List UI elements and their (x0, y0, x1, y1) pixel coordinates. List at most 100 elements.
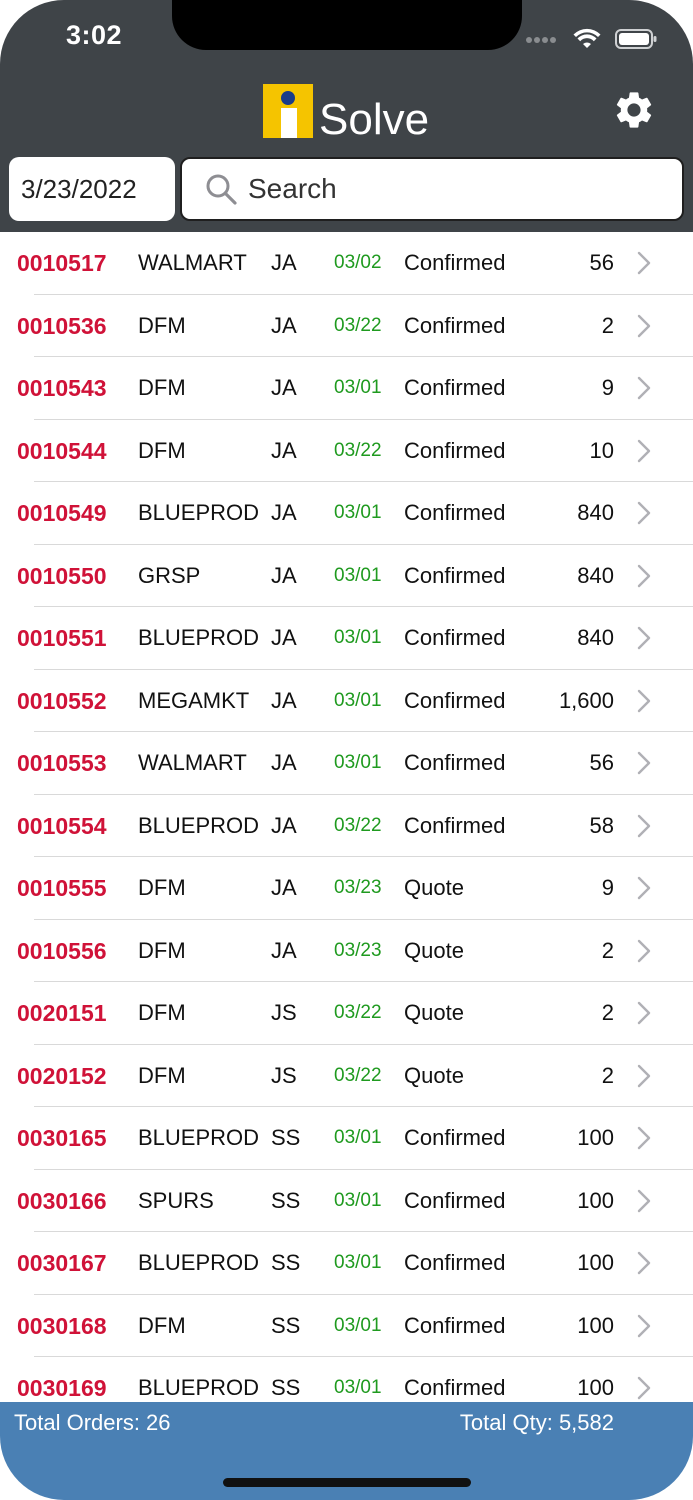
order-row[interactable]: 0010517 WALMART JA 03/02 Confirmed 56 (0, 232, 693, 295)
battery-icon (615, 29, 657, 49)
order-row[interactable]: 0010543 DFM JA 03/01 Confirmed 9 (0, 357, 693, 420)
chevron-right-icon (637, 689, 651, 712)
order-row[interactable]: 0030169 BLUEPROD SS 03/01 Confirmed 100 (0, 1357, 693, 1402)
order-date: 03/01 (334, 564, 382, 586)
salesperson-initials: JA (271, 750, 297, 775)
search-bar[interactable] (180, 157, 684, 221)
customer-name: DFM (138, 1000, 186, 1025)
order-date: 03/22 (334, 1002, 382, 1023)
salesperson-initials: JA (271, 500, 297, 525)
chevron-right-icon (637, 939, 651, 962)
order-row[interactable]: 0020151 DFM JS 03/22 Quote 2 (0, 982, 693, 1045)
order-status: Confirmed (404, 375, 506, 400)
order-date: 03/01 (334, 627, 382, 648)
customer-name: BLUEPROD (138, 1125, 260, 1150)
order-number: 0010549 (17, 500, 107, 526)
salesperson-initials: JA (271, 687, 297, 713)
order-date: 03/23 (334, 877, 382, 898)
customer-name: DFM (138, 875, 186, 900)
order-row[interactable]: 0010552 MEGAMKT JA 03/01 Confirmed 1,600 (0, 670, 693, 733)
order-date: 03/01 (334, 1314, 382, 1336)
order-date: 03/01 (334, 1377, 382, 1398)
chevron-right-icon (637, 876, 651, 900)
device-notch (172, 0, 522, 50)
wifi-icon (573, 28, 601, 48)
order-date: 03/01 (334, 1252, 382, 1273)
customer-name: GRSP (138, 562, 201, 588)
order-number: 0030168 (17, 1312, 107, 1339)
salesperson-initials: JS (271, 1062, 297, 1088)
customer-name: DFM (138, 1062, 186, 1088)
customer-name: DFM (138, 937, 186, 963)
order-row[interactable]: 0010556 DFM JA 03/23 Quote 2 (0, 920, 693, 983)
salesperson-initials: JA (271, 812, 297, 838)
salesperson-initials: JA (271, 937, 297, 963)
customer-name: WALMART (138, 750, 247, 775)
order-status: Confirmed (404, 750, 506, 775)
order-quantity: 100 (577, 1312, 614, 1338)
order-date: 03/01 (334, 1127, 382, 1148)
total-quantity: Total Qty: 5,582 (459, 1410, 614, 1435)
cellular-signal-icon (526, 37, 556, 43)
order-status: Confirmed (404, 312, 506, 338)
customer-name: DFM (138, 437, 186, 463)
app-screen: 3:02 Solve 3/23/2022 Search 0010517 WALM… (0, 0, 693, 1500)
chevron-right-icon (637, 1251, 651, 1275)
order-number: 0030166 (17, 1187, 107, 1214)
order-status: Confirmed (404, 562, 506, 588)
order-row[interactable]: 0010555 DFM JA 03/23 Quote 9 (0, 857, 693, 920)
salesperson-initials: JS (271, 1000, 297, 1025)
order-status: Confirmed (404, 812, 506, 838)
order-row[interactable]: 0020152 DFM JS 03/22 Quote 2 (0, 1045, 693, 1108)
order-quantity: 840 (577, 500, 614, 525)
order-number: 0030169 (17, 1375, 107, 1401)
order-row[interactable]: 0010551 BLUEPROD JA 03/01 Confirmed 840 (0, 607, 693, 670)
order-quantity: 840 (577, 562, 614, 588)
customer-name: MEGAMKT (138, 687, 250, 713)
order-date: 03/22 (334, 439, 382, 461)
order-row[interactable]: 0010553 WALMART JA 03/01 Confirmed 56 (0, 732, 693, 795)
header-bar: 3:02 Solve 3/23/2022 Search (0, 0, 693, 232)
order-status: Confirmed (404, 1125, 506, 1150)
order-quantity: 9 (601, 375, 614, 400)
order-row[interactable]: 0010544 DFM JA 03/22 Confirmed 10 (0, 420, 693, 483)
order-status: Confirmed (404, 437, 506, 463)
settings-button[interactable] (612, 88, 656, 132)
logo-text: Solve (319, 95, 430, 144)
date-picker[interactable]: 3/23/2022 (9, 157, 175, 221)
order-row[interactable]: 0030165 BLUEPROD SS 03/01 Confirmed 100 (0, 1107, 693, 1170)
isolve-logo: Solve (263, 82, 429, 142)
logo-mark (263, 84, 313, 138)
order-date: 03/02 (334, 252, 382, 273)
order-status: Confirmed (404, 687, 506, 713)
order-quantity: 2 (601, 1062, 614, 1088)
order-date: 03/23 (334, 939, 382, 961)
order-row[interactable]: 0010554 BLUEPROD JA 03/22 Confirmed 58 (0, 795, 693, 858)
order-row[interactable]: 0030166 SPURS SS 03/01 Confirmed 100 (0, 1170, 693, 1233)
order-status: Confirmed (404, 1312, 506, 1338)
salesperson-initials: JA (271, 250, 297, 275)
order-row[interactable]: 0030167 BLUEPROD SS 03/01 Confirmed 100 (0, 1232, 693, 1295)
chevron-right-icon (637, 251, 651, 275)
order-status: Confirmed (404, 1187, 506, 1213)
order-row[interactable]: 0010549 BLUEPROD JA 03/01 Confirmed 840 (0, 482, 693, 545)
search-input[interactable] (246, 163, 682, 215)
order-number: 0030167 (17, 1250, 107, 1276)
order-quantity: 100 (577, 1125, 614, 1150)
chevron-right-icon (637, 814, 651, 837)
chevron-right-icon (637, 1126, 651, 1150)
order-quantity: 1,600 (558, 687, 614, 713)
customer-name: BLUEPROD (138, 812, 260, 838)
order-number: 0010552 (17, 687, 107, 714)
order-row[interactable]: 0010550 GRSP JA 03/01 Confirmed 840 (0, 545, 693, 608)
salesperson-initials: SS (271, 1187, 301, 1213)
order-row[interactable]: 0010536 DFM JA 03/22 Confirmed 2 (0, 295, 693, 358)
salesperson-initials: SS (271, 1250, 301, 1275)
chevron-right-icon (637, 1064, 651, 1087)
order-date: 03/01 (334, 689, 382, 711)
order-number: 0010554 (17, 812, 107, 839)
order-list[interactable]: 0010517 WALMART JA 03/02 Confirmed 56 0010536 D… (0, 232, 693, 1402)
order-quantity: 840 (577, 625, 614, 650)
order-row[interactable]: 0030168 DFM SS 03/01 Confirmed 100 (0, 1295, 693, 1358)
order-status: Confirmed (404, 1375, 506, 1400)
